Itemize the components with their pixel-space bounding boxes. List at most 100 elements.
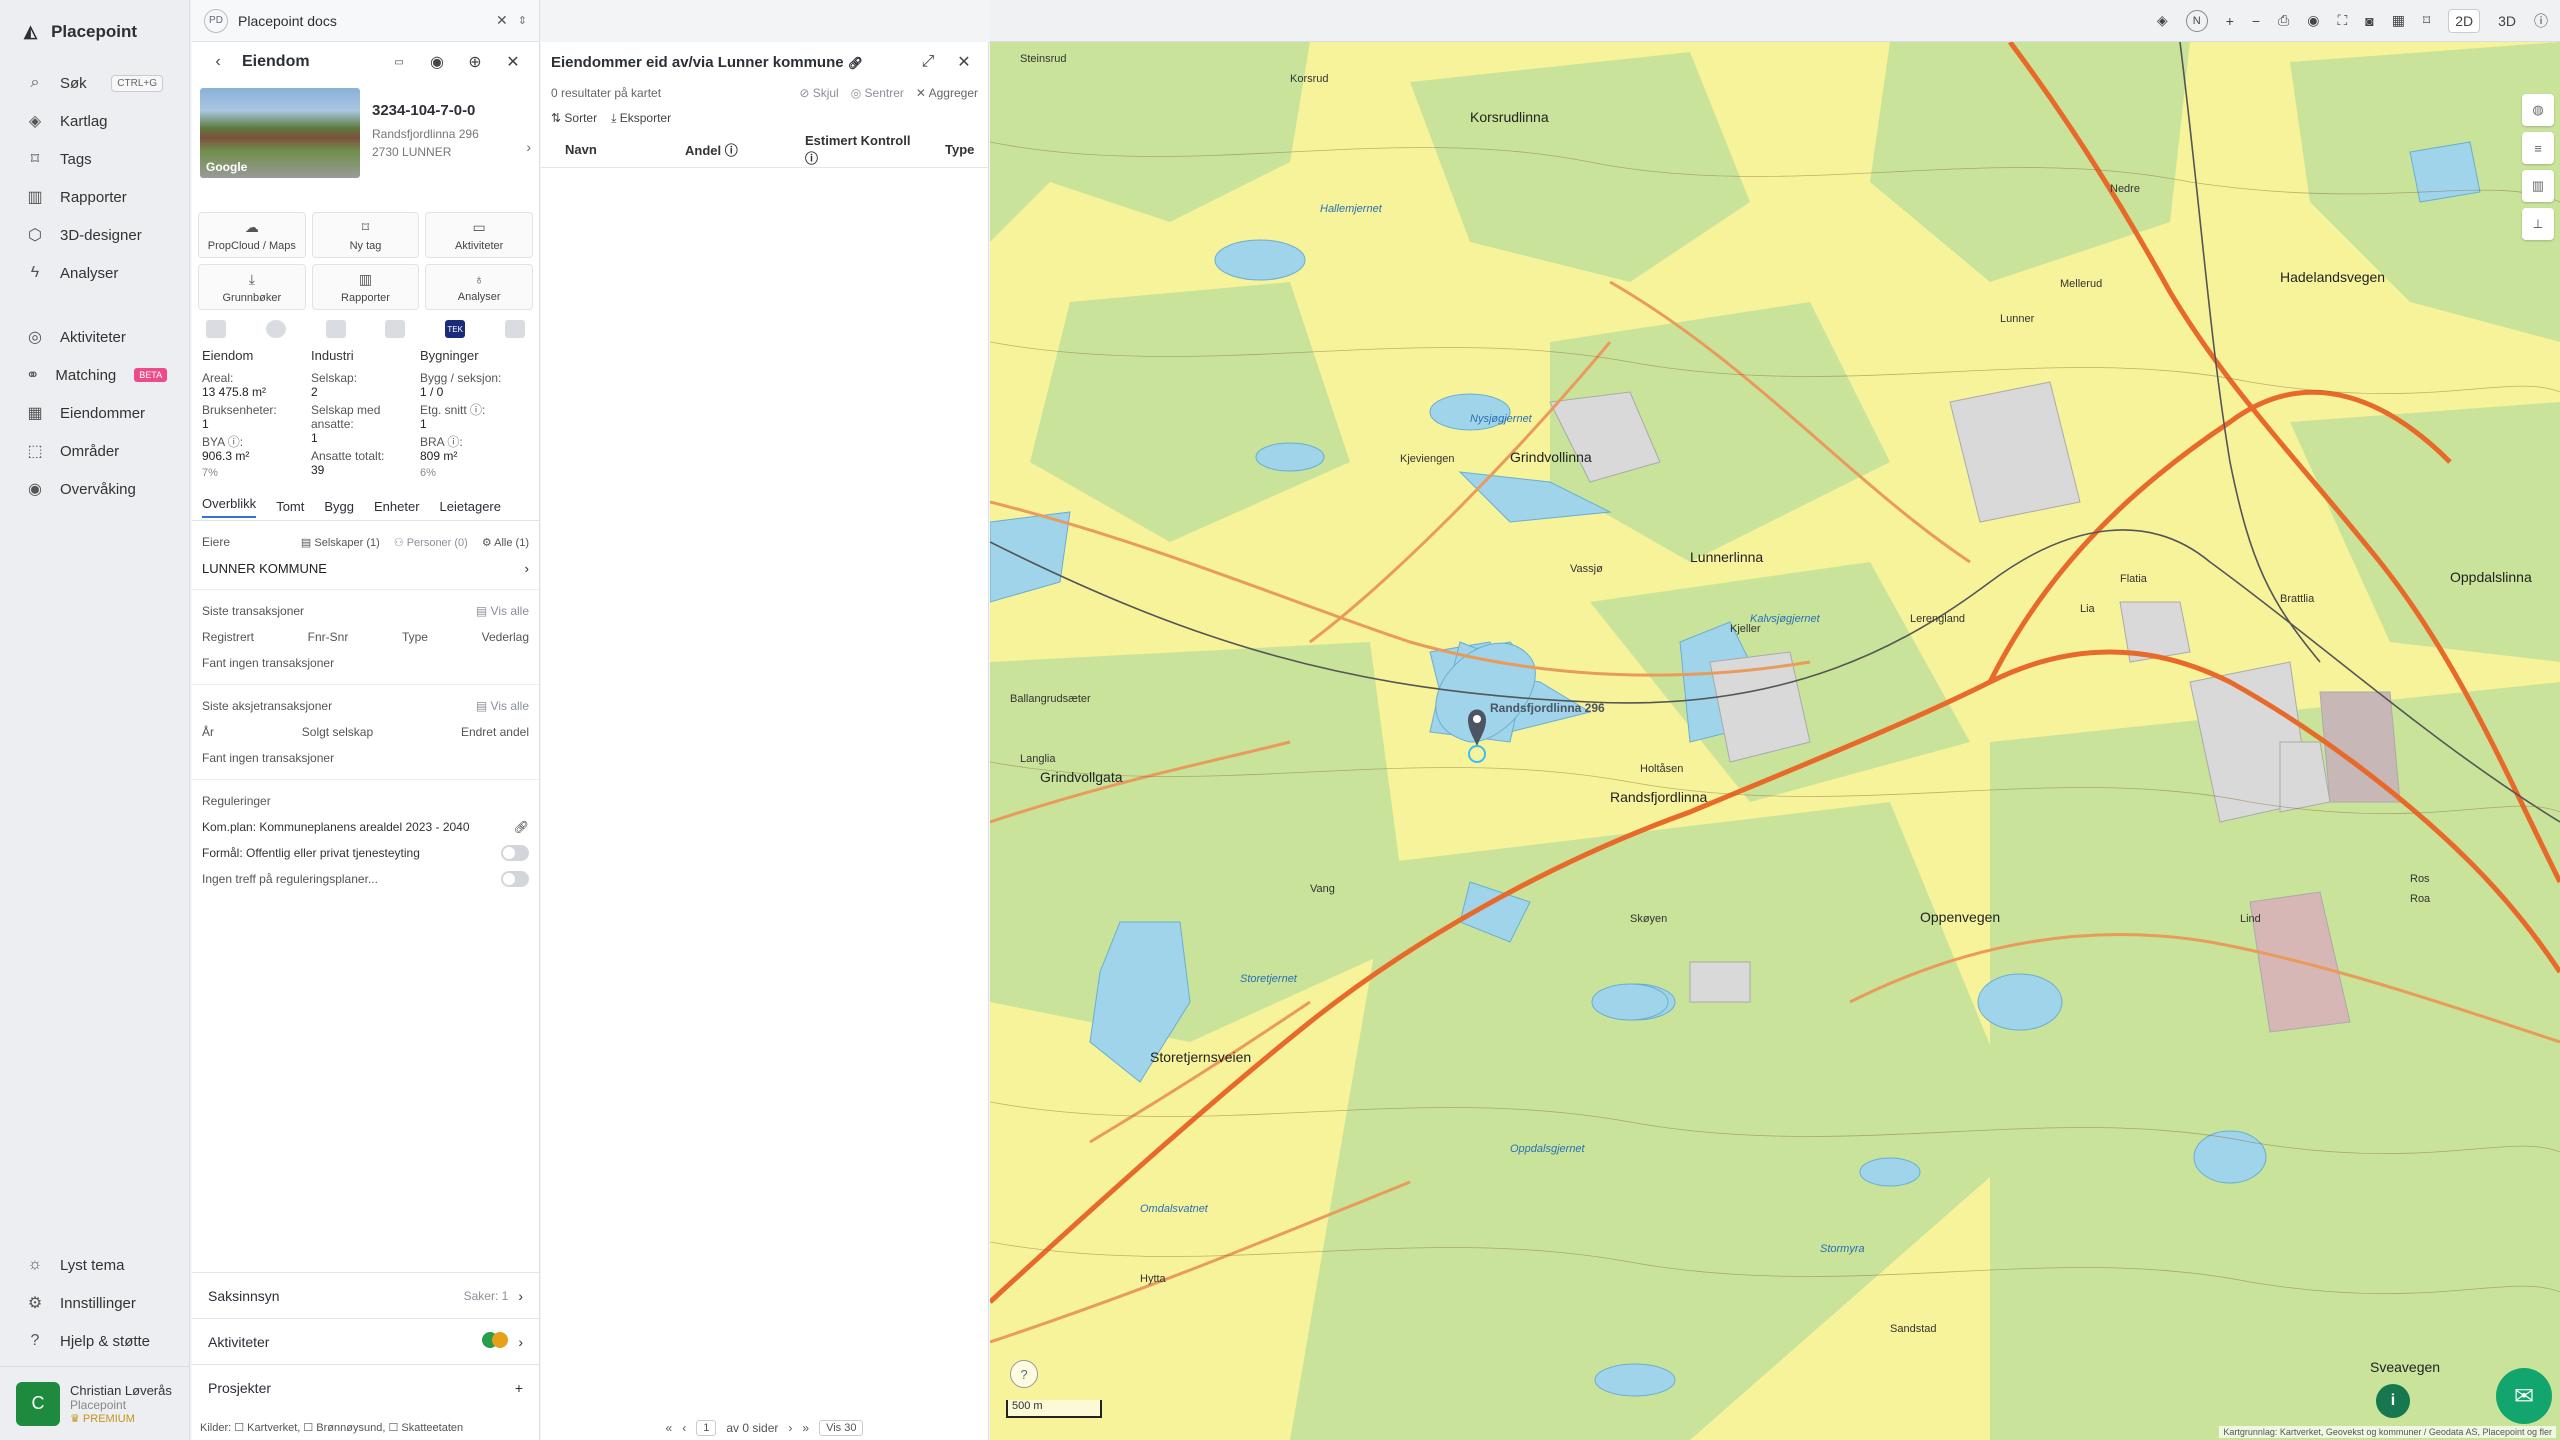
- source-icon[interactable]: [265, 320, 286, 338]
- sidebar-item-analyser[interactable]: ϟ Analyser: [0, 254, 189, 292]
- close-icon[interactable]: ✕: [499, 48, 527, 76]
- compass-icon[interactable]: N: [2185, 9, 2208, 32]
- street-view-photo[interactable]: Google: [200, 88, 360, 178]
- source-icon[interactable]: [206, 320, 226, 338]
- first-page-icon[interactable]: «: [666, 1421, 673, 1435]
- tek-icon[interactable]: TEK: [445, 320, 466, 338]
- action-grunnb-ker-button[interactable]: ⤓ Grunnbøker: [198, 264, 306, 310]
- print-icon[interactable]: ⎙: [2278, 12, 2289, 29]
- sidebar-item-rapporter[interactable]: ▥ Rapporter: [0, 178, 189, 216]
- purpose-toggle[interactable]: [501, 845, 529, 861]
- back-icon[interactable]: ‹: [204, 48, 232, 76]
- close-icon[interactable]: ✕: [496, 12, 508, 29]
- page-select[interactable]: 1: [696, 1420, 717, 1436]
- view-all-link[interactable]: ▤ Vis alle: [476, 604, 529, 618]
- section-prosjekter[interactable]: Prosjekter +: [192, 1364, 539, 1410]
- mode-2d-button[interactable]: 2D: [2448, 8, 2481, 33]
- sidebar-item-overv-king[interactable]: ◉ Overvåking: [0, 470, 189, 508]
- mode-3d-button[interactable]: 3D: [2498, 13, 2516, 29]
- sidebar-item-tags[interactable]: ⌑ Tags: [0, 140, 189, 178]
- sidebar-item-omr-der[interactable]: ⬚ Områder: [0, 432, 189, 470]
- doc-tab[interactable]: PD Placepoint docs ✕ ⇕: [192, 0, 539, 42]
- sidebar-item-lyst-tema[interactable]: ☼ Lyst tema: [0, 1246, 190, 1284]
- property-summary[interactable]: Google 3234-104-7-0-0 Randsfjordlinna 29…: [192, 82, 539, 212]
- action-rapporter-button[interactable]: ▥ Rapporter: [311, 264, 420, 310]
- layers-stack-icon[interactable]: ≡: [2522, 132, 2554, 164]
- section-aktiviteter[interactable]: Aktiviteter ›: [192, 1318, 539, 1364]
- id-icon[interactable]: ▭: [385, 48, 413, 76]
- source-icon[interactable]: [325, 320, 346, 338]
- chevron-right-icon[interactable]: ›: [526, 139, 531, 155]
- sidebar-item-eiendommer[interactable]: ▦ Eiendommer: [0, 394, 189, 432]
- measure-icon[interactable]: ⟂: [2522, 208, 2554, 240]
- sidebar-item-label: Analyser: [60, 264, 119, 282]
- action-aktiviteter-button[interactable]: ▭ Aktiviteter: [425, 212, 533, 258]
- action-analyser-button[interactable]: ♁ Analyser: [425, 264, 533, 310]
- source-icon[interactable]: [504, 320, 525, 338]
- map-canvas[interactable]: Steinsrud Korsrud Korsrudlinna Nedre Lunner G…: [990, 42, 2560, 1440]
- brand[interactable]: ◭ Placepoint: [0, 0, 189, 64]
- prev-page-icon[interactable]: ‹: [682, 1421, 686, 1435]
- chart-icon[interactable]: ▥: [2522, 170, 2554, 202]
- all-filter[interactable]: ⚙ Alle (1): [482, 536, 529, 549]
- info-icon[interactable]: ⓘ: [2534, 11, 2548, 31]
- sort-button[interactable]: ⇅ Sorter: [551, 111, 597, 125]
- center-button[interactable]: ◎ Sentrer: [851, 86, 904, 100]
- eye-icon[interactable]: ◉: [2307, 12, 2319, 29]
- tab-leietagere[interactable]: Leietagere: [440, 499, 501, 514]
- next-page-icon[interactable]: ›: [788, 1421, 792, 1435]
- zoom-out-icon[interactable]: −: [2252, 13, 2260, 29]
- user-card[interactable]: C Christian Løverås Placepoint ♛ PREMIUM: [0, 1366, 190, 1440]
- bookmark-icon[interactable]: ⌑: [2423, 12, 2430, 29]
- globe-icon[interactable]: ◍: [2522, 94, 2554, 126]
- bottom-nav: ☼ Lyst tema ⚙ Innstillinger? Hjelp & støtte: [0, 1246, 190, 1360]
- map[interactable]: Steinsrud Korsrud Korsrudlinna Nedre Lunner G…: [990, 42, 2560, 1440]
- aggregate-button[interactable]: ✕ Aggreger: [916, 86, 978, 100]
- sidebar-item-matching[interactable]: ⚭ Matching BETA: [0, 356, 189, 394]
- regulation-plan[interactable]: Kom.plan: Kommuneplanens arealdel 2023 -…: [202, 820, 470, 834]
- chevron-updown-icon[interactable]: ⇕: [518, 14, 527, 27]
- info-button[interactable]: i: [2376, 1384, 2410, 1418]
- link-icon[interactable]: 🔗︎: [514, 820, 529, 834]
- hide-button[interactable]: ⊘ Skjul: [799, 86, 838, 100]
- last-page-icon[interactable]: »: [802, 1421, 809, 1435]
- owners-label: Eiere: [202, 535, 231, 549]
- camera-icon[interactable]: ◙: [2365, 13, 2373, 29]
- source-icon[interactable]: [385, 320, 406, 338]
- map-help-icon[interactable]: ?: [1010, 1360, 1038, 1388]
- tab-bygg[interactable]: Bygg: [324, 499, 354, 514]
- sidebar-item-kartlag[interactable]: ◈ Kartlag: [0, 102, 189, 140]
- sidebar-item-3d-designer[interactable]: ⬡ 3D-designer: [0, 216, 189, 254]
- layers-icon[interactable]: ◈: [2157, 12, 2168, 29]
- sidebar-item-aktiviteter[interactable]: ◎ Aktiviteter: [0, 318, 189, 356]
- export-button[interactable]: ⤓ Eksporter: [611, 111, 671, 126]
- place-label: Lunner: [2000, 313, 2035, 325]
- owner-row[interactable]: LUNNER KOMMUNE ›: [202, 555, 529, 581]
- companies-filter[interactable]: ▤ Selskaper (1): [301, 536, 380, 549]
- tab-overblikk[interactable]: Overblikk: [202, 496, 257, 518]
- tab-enheter[interactable]: Enheter: [374, 499, 420, 514]
- view-all-link[interactable]: ▤ Vis alle: [476, 699, 529, 713]
- page-size-select[interactable]: Vis 30: [819, 1420, 864, 1436]
- sidebar-item-hjelp-st-tte[interactable]: ? Hjelp & støtte: [0, 1322, 190, 1360]
- chevron-right-icon[interactable]: ›: [518, 1334, 523, 1350]
- add-icon[interactable]: ⊕: [461, 48, 489, 76]
- fullscreen-icon[interactable]: ⛶: [2337, 12, 2347, 29]
- sidebar-item-s-k[interactable]: ⌕ Søk CTRL+G: [0, 64, 189, 102]
- tab-tomt[interactable]: Tomt: [276, 499, 304, 514]
- link-icon[interactable]: 🔗︎: [848, 56, 863, 70]
- zoom-in-icon[interactable]: +: [2226, 13, 2234, 29]
- action-ny-tag-button[interactable]: ⌑ Ny tag: [311, 212, 420, 258]
- regulation-toggle[interactable]: [501, 871, 529, 887]
- chevron-right-icon[interactable]: ›: [518, 1288, 523, 1304]
- persons-filter[interactable]: ⚇ Personer (0): [394, 536, 468, 549]
- action-propcloud-maps-button[interactable]: ☁ PropCloud / Maps: [198, 212, 306, 258]
- sidebar-item-innstillinger[interactable]: ⚙ Innstillinger: [0, 1284, 190, 1322]
- grid-icon[interactable]: ▦: [2392, 12, 2405, 29]
- eye-icon[interactable]: ◉: [423, 48, 451, 76]
- add-icon[interactable]: +: [515, 1380, 523, 1396]
- section-saksinnsyn[interactable]: Saksinnsyn Saker: 1 ›: [192, 1272, 539, 1318]
- close-icon[interactable]: ✕: [950, 48, 978, 76]
- chat-icon[interactable]: ✉: [2496, 1368, 2552, 1424]
- expand-icon[interactable]: ⤢: [914, 48, 942, 76]
